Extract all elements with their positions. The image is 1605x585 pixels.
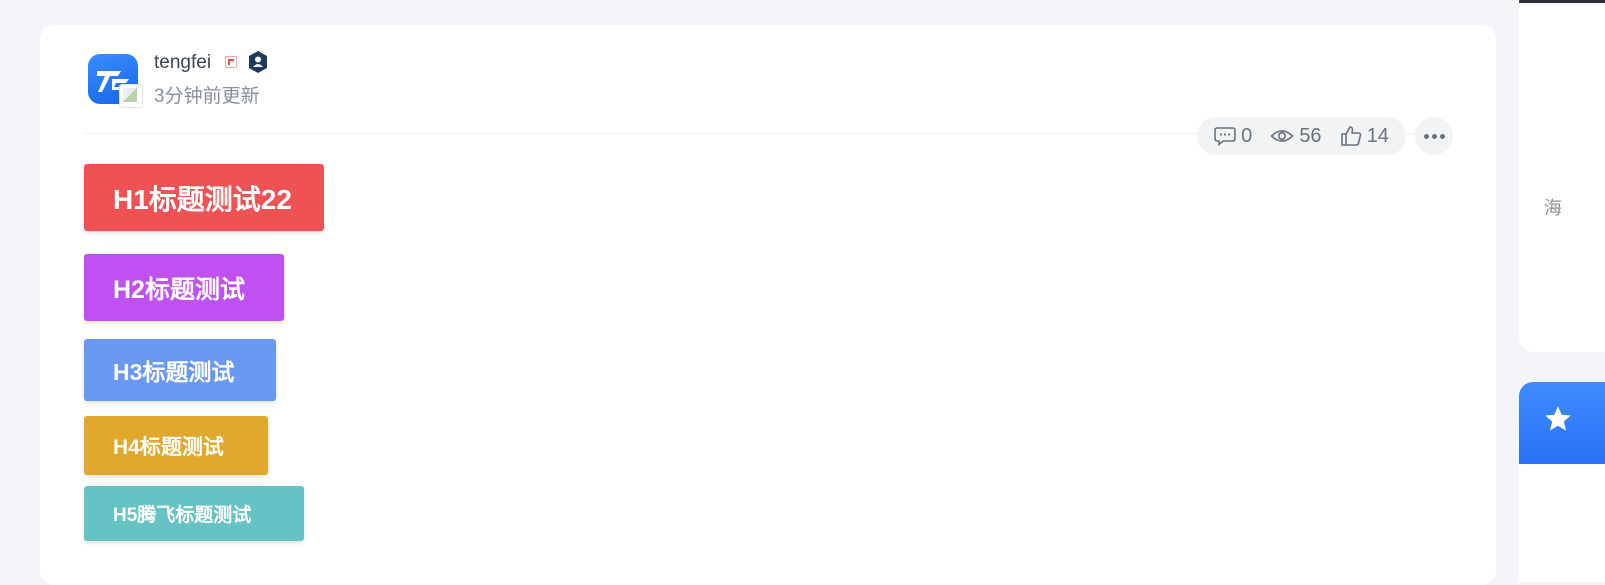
sidebar-widget-header <box>1519 0 1605 3</box>
flag-icon <box>225 56 237 68</box>
heading-h1: H1标题测试22 <box>84 164 324 231</box>
like-count-value: 14 <box>1366 124 1389 147</box>
eye-icon <box>1270 130 1294 142</box>
thumbs-up-icon <box>1340 126 1361 146</box>
sidebar-card-header <box>1519 382 1605 464</box>
verified-user-icon <box>249 51 267 73</box>
sidebar-widget: 海 <box>1519 0 1605 352</box>
heading-h4: H4标题测试 <box>84 416 268 475</box>
more-icon-dot <box>1431 133 1437 139</box>
update-time: 3分钟前更新 <box>154 86 260 107</box>
more-button[interactable] <box>1415 117 1453 155</box>
view-count-value: 56 <box>1299 124 1322 147</box>
star-icon <box>1545 406 1571 431</box>
heading-h5: H5腾飞标题测试 <box>84 486 304 541</box>
comment-count[interactable]: 0 <box>1214 125 1252 148</box>
like-count[interactable]: 14 <box>1340 125 1389 148</box>
sidebar-card <box>1519 382 1605 582</box>
post-card: tengfei 3分钟前更新 0 56 14 H1标题测试22 H2标题测试 H… <box>40 25 1496 585</box>
more-icon-dot <box>1439 133 1445 139</box>
more-icon <box>1423 133 1429 139</box>
comment-icon <box>1214 127 1236 146</box>
heading-h2: H2标题测试 <box>84 254 284 321</box>
heading-h3: H3标题测试 <box>84 339 276 401</box>
comment-count-value: 0 <box>1241 124 1253 147</box>
post-stats: 0 56 14 <box>1197 117 1406 155</box>
author-name[interactable]: tengfei <box>154 52 211 74</box>
broken-image-icon <box>119 84 143 108</box>
view-count[interactable]: 56 <box>1270 124 1322 148</box>
sidebar-widget-text: 海 <box>1544 198 1562 218</box>
